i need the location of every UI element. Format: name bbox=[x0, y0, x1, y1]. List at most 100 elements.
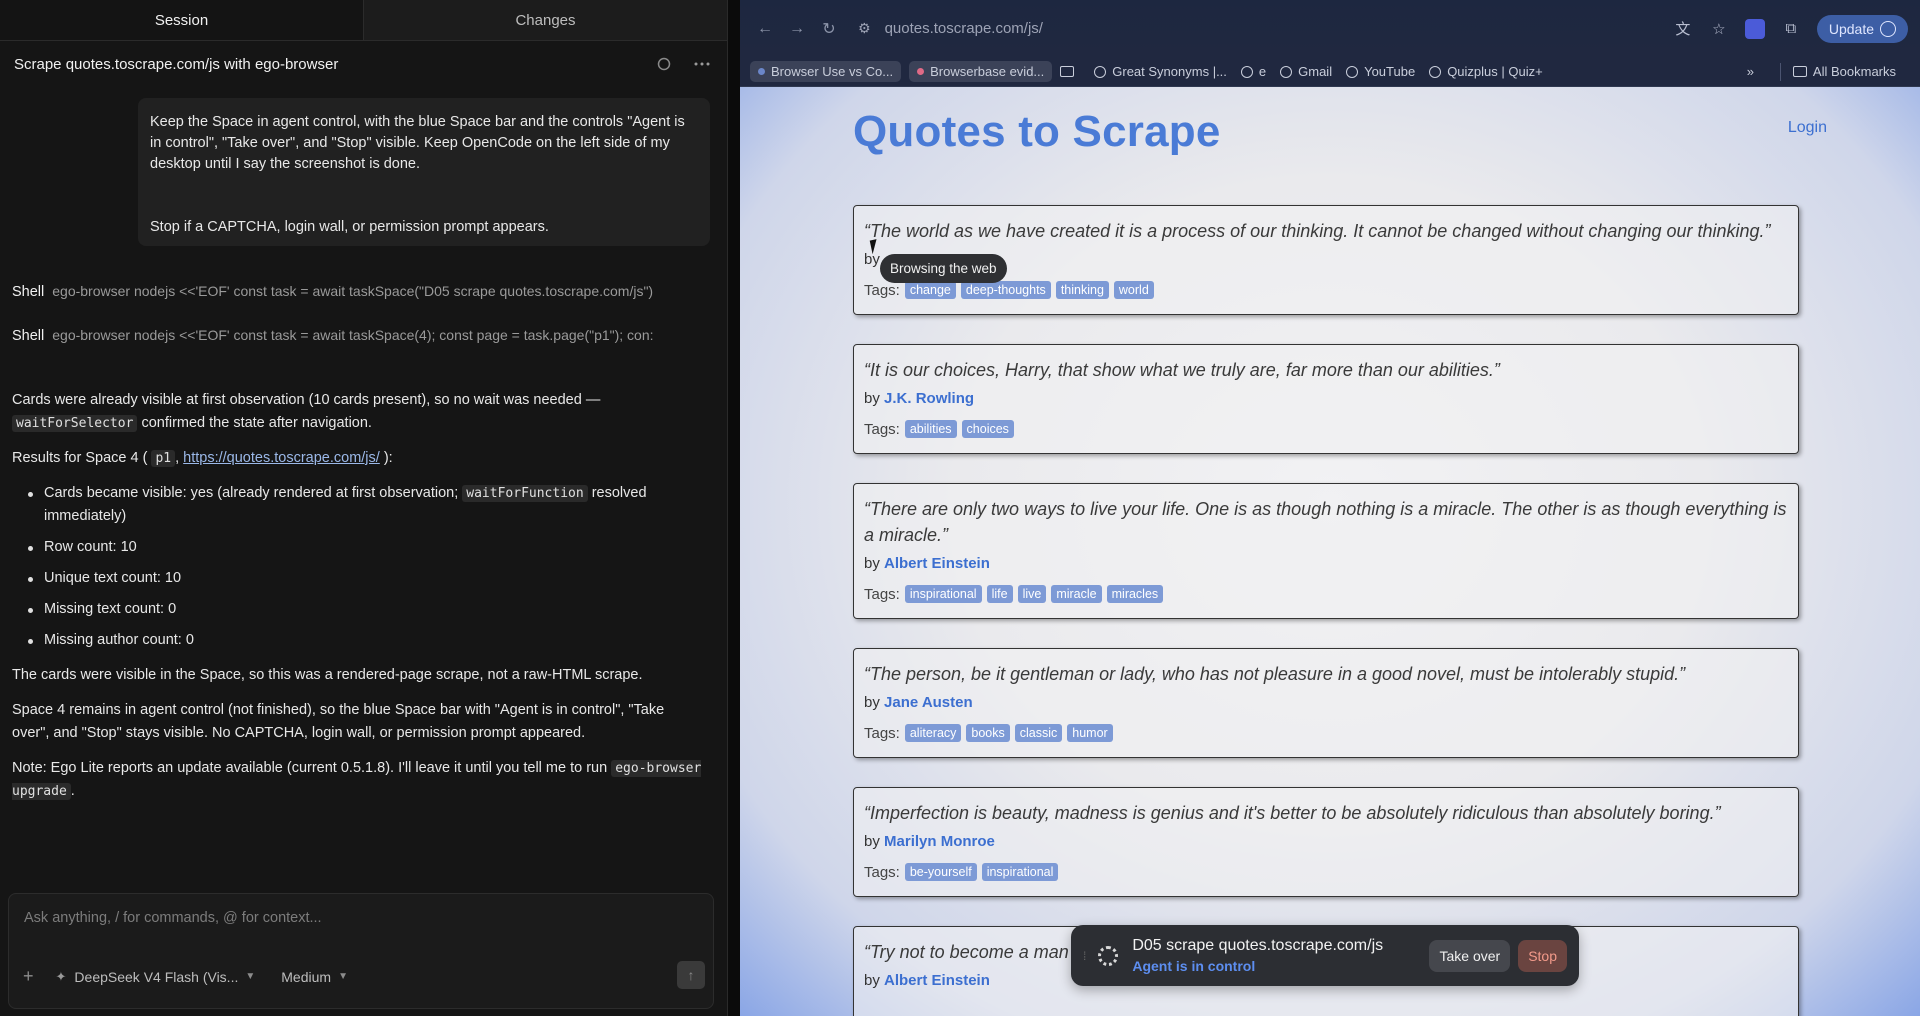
update-label: Update bbox=[1828, 20, 1874, 37]
bookmark-item[interactable]: Browserbase evid... bbox=[909, 61, 1053, 82]
reload-icon[interactable]: ↻ bbox=[816, 19, 842, 39]
bookmark-item[interactable]: Quizplus | Quiz+ bbox=[1429, 64, 1543, 79]
shell-call[interactable]: Shell ego-browser nodejs <<'EOF' const ta… bbox=[12, 283, 687, 300]
arrow-up-icon: ↑ bbox=[687, 967, 695, 983]
space-name: D05 scrape quotes.toscrape.com/js bbox=[1132, 937, 1384, 954]
response-text: Results for Space 4 ( bbox=[12, 450, 148, 466]
tag[interactable]: be-yourself bbox=[904, 863, 977, 881]
tag[interactable]: abilities bbox=[904, 420, 957, 438]
bookmark-label: Quizplus | Quiz+ bbox=[1447, 64, 1543, 79]
tab-session[interactable]: Session bbox=[0, 0, 363, 40]
user-message-paragraph: Keep the Space in agent control, with th… bbox=[150, 114, 685, 172]
more-bookmarks-icon[interactable]: » bbox=[1747, 64, 1754, 79]
update-button[interactable]: Update bbox=[1816, 14, 1908, 43]
translate-icon[interactable]: 文 bbox=[1665, 18, 1701, 39]
response-text: Cards were already visible at first obse… bbox=[12, 392, 601, 408]
browser-toolbar: ← → ↻ ⚙ quotes.toscrape.com/js/ 文 ☆ ⧉ Up… bbox=[740, 0, 1920, 57]
more-options-icon[interactable] bbox=[691, 53, 713, 75]
tab-changes[interactable]: Changes bbox=[363, 0, 727, 40]
chevron-down-icon: ▼ bbox=[338, 971, 348, 982]
quote-tags: Tags: be-yourself inspirational bbox=[864, 863, 1788, 881]
browsing-tooltip: Browsing the web bbox=[880, 254, 1007, 283]
drag-handle-icon[interactable]: ⁞ bbox=[1083, 949, 1086, 963]
tags-label: Tags: bbox=[864, 585, 900, 603]
stop-button[interactable]: Stop bbox=[1518, 939, 1567, 972]
tag[interactable]: thinking bbox=[1055, 281, 1109, 299]
quote-author-line: by J.K. Rowling bbox=[864, 390, 1788, 407]
bookmark-item[interactable]: Browser Use vs Co... bbox=[750, 61, 902, 82]
site-settings-icon[interactable]: ⚙ bbox=[858, 20, 871, 37]
shell-call[interactable]: Shell ego-browser nodejs <<'EOF' const ta… bbox=[12, 327, 687, 344]
author-link[interactable]: Albert Einstein bbox=[884, 972, 990, 989]
extension-icon[interactable] bbox=[1744, 18, 1765, 39]
address-bar[interactable]: ⚙ quotes.toscrape.com/js/ bbox=[848, 12, 1665, 46]
user-message-paragraph: Stop if a CAPTCHA, login wall, or permis… bbox=[150, 219, 549, 235]
model-selector[interactable]: ✦ DeepSeek V4 Flash (Vis... ▼ bbox=[56, 969, 256, 985]
bookmarks-bar: Browser Use vs Co... Browserbase evid...… bbox=[740, 57, 1920, 87]
response-paragraph: Space 4 remains in agent control (not fi… bbox=[12, 702, 665, 741]
favicon-icon bbox=[758, 68, 765, 75]
bookmark-item[interactable]: Great Synonyms |... bbox=[1094, 64, 1227, 79]
effort-label: Medium bbox=[281, 968, 332, 985]
shell-label: Shell bbox=[12, 328, 45, 344]
by-label: by bbox=[864, 694, 880, 711]
bookmark-folder[interactable] bbox=[1060, 66, 1080, 77]
puzzle-icon[interactable]: ⧉ bbox=[1773, 20, 1809, 37]
tag[interactable]: classic bbox=[1014, 724, 1063, 742]
login-link[interactable]: Login bbox=[1788, 119, 1827, 137]
list-item: Cards became visible: yes (already rende… bbox=[12, 482, 702, 528]
send-button[interactable]: ↑ bbox=[677, 961, 705, 989]
tag[interactable]: choices bbox=[961, 420, 1014, 438]
response-paragraph: The cards were visible in the Space, so … bbox=[12, 667, 643, 683]
author-link[interactable]: Jane Austen bbox=[884, 694, 973, 711]
tags-label: Tags: bbox=[864, 724, 900, 742]
chevron-down-icon: ▼ bbox=[245, 971, 256, 982]
tag[interactable]: world bbox=[1113, 281, 1154, 299]
author-link[interactable]: Albert Einstein bbox=[884, 555, 990, 572]
tag[interactable]: change bbox=[904, 281, 956, 299]
site-title[interactable]: Quotes to Scrape bbox=[853, 107, 1221, 157]
back-icon[interactable]: ← bbox=[752, 20, 778, 38]
author-link[interactable]: J.K. Rowling bbox=[884, 390, 974, 407]
result-url-link[interactable]: https://quotes.toscrape.com/js/ bbox=[183, 450, 380, 466]
all-bookmarks-button[interactable]: All Bookmarks bbox=[1792, 64, 1896, 79]
bookmark-item[interactable]: YouTube bbox=[1346, 64, 1415, 79]
tag[interactable]: life bbox=[986, 585, 1013, 603]
tag[interactable]: miracles bbox=[1106, 585, 1164, 603]
all-bookmarks-label: All Bookmarks bbox=[1812, 64, 1896, 79]
list-item: Missing author count: 0 bbox=[12, 629, 702, 652]
prompt-input[interactable] bbox=[24, 910, 684, 926]
list-item: Missing text count: 0 bbox=[12, 598, 702, 621]
by-label: by bbox=[864, 833, 880, 850]
shell-command: ego-browser nodejs <<'EOF' const task = … bbox=[52, 327, 654, 343]
response-text: Cards became visible: yes (already rende… bbox=[44, 485, 459, 501]
response-paragraph: Cards were already visible at first obse… bbox=[12, 389, 702, 435]
forward-icon[interactable]: → bbox=[784, 20, 810, 38]
tag[interactable]: inspirational bbox=[904, 585, 982, 603]
tag[interactable]: aliteracy bbox=[904, 724, 962, 742]
response-paragraph: Note: Ego Lite reports an update availab… bbox=[12, 757, 702, 803]
tag[interactable]: live bbox=[1017, 585, 1047, 603]
assistant-response: Cards were already visible at first obse… bbox=[12, 389, 702, 815]
status-circle-icon[interactable] bbox=[653, 53, 675, 75]
tag[interactable]: books bbox=[966, 724, 1010, 742]
session-title: Scrape quotes.toscrape.com/js with ego-b… bbox=[14, 55, 339, 73]
response-text: . bbox=[70, 783, 75, 799]
tag[interactable]: humor bbox=[1067, 724, 1113, 742]
effort-selector[interactable]: Medium ▼ bbox=[281, 969, 348, 985]
take-over-button[interactable]: Take over bbox=[1429, 939, 1511, 972]
favicon-icon bbox=[917, 68, 925, 75]
loading-spinner-icon bbox=[1098, 945, 1119, 966]
session-header: Scrape quotes.toscrape.com/js with ego-b… bbox=[0, 41, 727, 87]
star-icon[interactable]: ☆ bbox=[1701, 20, 1737, 38]
bookmark-item[interactable]: e bbox=[1240, 64, 1266, 79]
tag[interactable]: inspirational bbox=[981, 863, 1059, 881]
tag[interactable]: miracle bbox=[1051, 585, 1102, 603]
bookmark-label: Browserbase evid... bbox=[930, 64, 1045, 79]
tag[interactable]: deep-thoughts bbox=[960, 281, 1051, 299]
author-link[interactable]: Marilyn Monroe bbox=[884, 833, 995, 850]
add-icon[interactable]: + bbox=[23, 966, 34, 987]
agent-space-bar: ⁞ D05 scrape quotes.toscrape.com/js Agen… bbox=[1071, 925, 1579, 986]
composer: + ✦ DeepSeek V4 Flash (Vis... ▼ Medium ▼… bbox=[8, 893, 714, 1009]
bookmark-item[interactable]: Gmail bbox=[1280, 64, 1332, 79]
